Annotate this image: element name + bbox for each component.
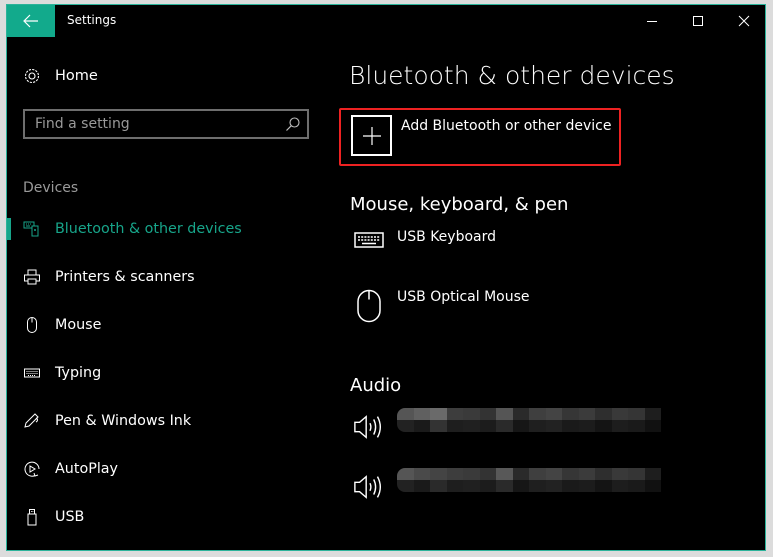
section-label-devices: Devices <box>23 180 79 196</box>
sidebar-item-label: Bluetooth & other devices <box>55 221 242 237</box>
bluetooth-devices-icon <box>23 220 41 238</box>
sidebar-item-label: AutoPlay <box>55 461 119 477</box>
device-usb-keyboard[interactable]: USB Keyboard <box>353 229 496 249</box>
search-input[interactable] <box>25 115 285 133</box>
device-name: USB Keyboard <box>397 229 496 245</box>
group-title-audio: Audio <box>350 375 402 396</box>
keyboard-icon <box>353 229 385 249</box>
speaker-icon <box>353 413 385 441</box>
close-icon <box>738 15 750 27</box>
mouse-icon <box>353 289 385 323</box>
autoplay-icon <box>23 460 41 478</box>
close-button[interactable] <box>721 5 767 37</box>
maximize-icon <box>693 16 703 26</box>
sidebar-item-label: Typing <box>55 365 102 381</box>
search-icon[interactable] <box>285 116 301 132</box>
plus-icon <box>362 126 381 145</box>
device-audio-1[interactable] <box>353 413 397 441</box>
search-box[interactable] <box>23 109 309 139</box>
add-device-label[interactable]: Add Bluetooth or other device <box>401 118 611 134</box>
settings-window: Settings Home Devices Bluetooth & other … <box>6 4 766 551</box>
home-label: Home <box>55 68 98 84</box>
title-bar: Settings <box>7 5 765 37</box>
sidebar-item-label: Mouse <box>55 317 102 333</box>
group-title-mouse-keyboard-pen: Mouse, keyboard, & pen <box>350 194 569 215</box>
mouse-icon <box>23 316 41 334</box>
page-title: Bluetooth & other devices <box>349 61 675 90</box>
printer-icon <box>23 268 41 286</box>
back-arrow-icon <box>23 14 38 28</box>
maximize-button[interactable] <box>675 5 721 37</box>
home-link[interactable]: Home <box>23 67 98 85</box>
device-name: USB Optical Mouse <box>397 289 530 305</box>
minimize-button[interactable] <box>629 5 675 37</box>
back-button[interactable] <box>7 5 55 37</box>
sidebar-item-label: Pen & Windows Ink <box>55 413 192 429</box>
speaker-icon <box>353 473 385 501</box>
sidebar-nav: Bluetooth & other devices Printers & sca… <box>7 205 327 541</box>
device-usb-optical-mouse[interactable]: USB Optical Mouse <box>353 289 530 323</box>
sidebar-item-autoplay[interactable]: AutoPlay <box>7 445 327 493</box>
sidebar-item-label: USB <box>55 509 85 525</box>
add-device-button[interactable] <box>351 115 392 156</box>
sidebar-item-pen[interactable]: Pen & Windows Ink <box>7 397 327 445</box>
sidebar-item-bluetooth[interactable]: Bluetooth & other devices <box>7 205 327 253</box>
redacted-device-name <box>397 468 661 492</box>
usb-icon <box>23 508 41 526</box>
window-title: Settings <box>67 13 117 27</box>
sidebar-item-printers[interactable]: Printers & scanners <box>7 253 327 301</box>
redacted-device-name <box>397 408 661 432</box>
sidebar-item-typing[interactable]: Typing <box>7 349 327 397</box>
minimize-icon <box>647 21 657 22</box>
gear-icon <box>24 68 40 84</box>
sidebar-item-mouse[interactable]: Mouse <box>7 301 327 349</box>
device-audio-2[interactable] <box>353 473 397 501</box>
sidebar-item-label: Printers & scanners <box>55 269 195 285</box>
sidebar-item-usb[interactable]: USB <box>7 493 327 541</box>
pen-icon <box>23 412 41 430</box>
keyboard-icon <box>23 364 41 382</box>
